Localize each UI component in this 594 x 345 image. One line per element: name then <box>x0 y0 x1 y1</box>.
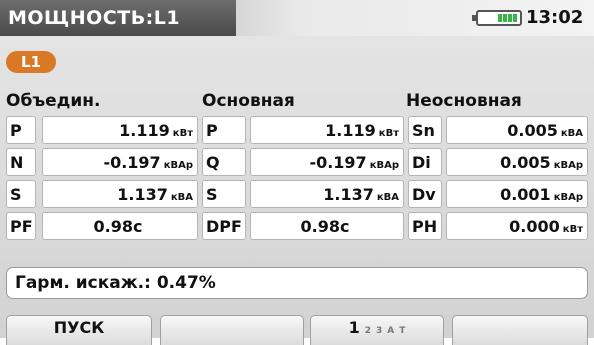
start-button[interactable]: ПУСК <box>6 315 152 345</box>
value-combined-pf: 0.98c <box>42 212 198 240</box>
label-nonfundamental-ph: PH <box>408 212 442 240</box>
group-title-fundamental: Основная <box>202 91 295 111</box>
value-fundamental-s: 1.137 кВА <box>250 180 404 208</box>
page-a: A <box>387 326 395 336</box>
thd-readout: Гарм. искаж.: 0.47% <box>6 267 588 299</box>
value-combined-n: -0.197 кВАр <box>42 148 198 176</box>
value-combined-p: 1.119 кВт <box>42 116 198 144</box>
value-nonfundamental-di: 0.005 кВАр <box>446 148 588 176</box>
phase-badge[interactable]: L1 <box>6 51 56 73</box>
label-fundamental-s: S <box>202 180 246 208</box>
label-fundamental-dpf: DPF <box>202 212 246 240</box>
function-key-bar: ПУСК 123AT <box>0 315 594 345</box>
page-3: 3 <box>376 326 383 336</box>
clock: 13:02 <box>526 7 584 28</box>
label-nonfundamental-sn: Sn <box>408 116 442 144</box>
page-selector[interactable]: 123AT <box>310 315 444 345</box>
value-fundamental-p: 1.119 кВт <box>250 116 404 144</box>
label-nonfundamental-di: Di <box>408 148 442 176</box>
label-combined-n: N <box>6 148 36 176</box>
value-fundamental-q: -0.197 кВАр <box>250 148 404 176</box>
screen-title: МОЩНОСТЬ:L1 <box>0 0 236 36</box>
measurement-panel: L1 Объедин. Основная Неосновная P 1.119 к… <box>0 36 594 345</box>
label-combined-pf: PF <box>6 212 36 240</box>
value-combined-s: 1.137 кВА <box>42 180 198 208</box>
title-bar: МОЩНОСТЬ:L1 13:02 <box>0 0 594 36</box>
function-key-4[interactable] <box>452 315 588 345</box>
label-nonfundamental-dv: Dv <box>408 180 442 208</box>
page-current: 1 <box>348 318 360 337</box>
value-nonfundamental-dv: 0.001 кВАр <box>446 180 588 208</box>
label-fundamental-p: P <box>202 116 246 144</box>
group-title-combined: Объедин. <box>6 91 101 111</box>
group-title-nonfundamental: Неосновная <box>406 91 522 111</box>
function-key-2[interactable] <box>160 315 304 345</box>
value-nonfundamental-sn: 0.005 кВА <box>446 116 588 144</box>
label-fundamental-q: Q <box>202 148 246 176</box>
value-fundamental-dpf: 0.98c <box>250 212 404 240</box>
battery-icon <box>472 10 522 26</box>
page-2: 2 <box>364 326 372 336</box>
value-nonfundamental-ph: 0.000 кВт <box>446 212 588 240</box>
label-combined-p: P <box>6 116 36 144</box>
page-t: T <box>399 326 406 336</box>
label-combined-s: S <box>6 180 36 208</box>
